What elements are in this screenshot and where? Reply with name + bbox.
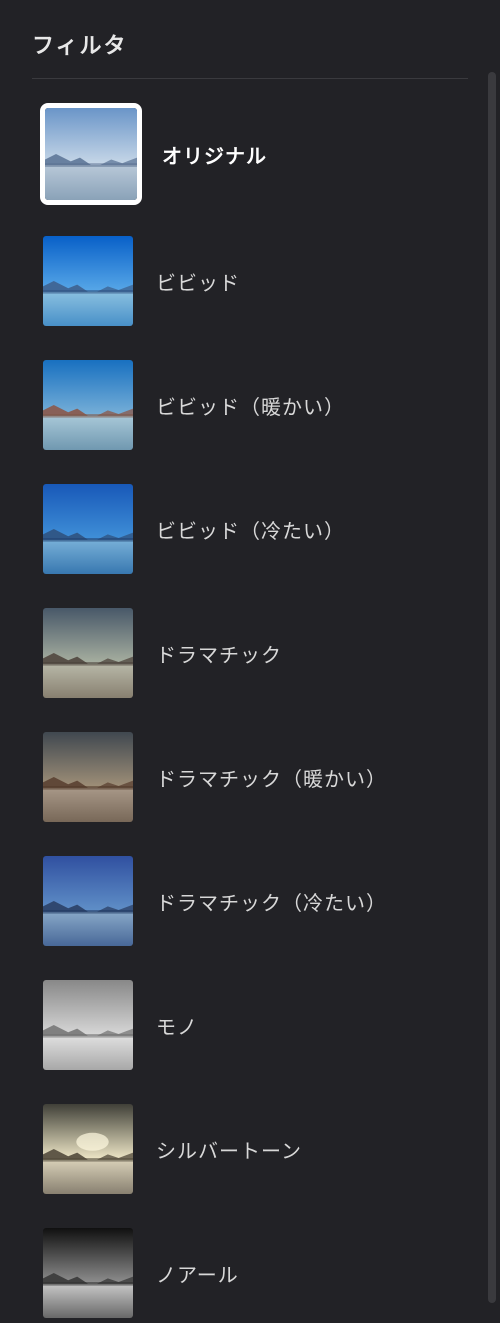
filter-thumb-vivid-warm xyxy=(40,357,136,453)
filter-thumb-dramatic-warm xyxy=(40,729,136,825)
filter-thumb-original xyxy=(40,103,142,205)
filter-label: ドラマチック（冷たい） xyxy=(156,887,387,916)
filter-item-mono[interactable]: モノ xyxy=(40,977,468,1073)
filter-panel: フィルタ オリジナル xyxy=(0,0,500,1323)
filter-label: ノアール xyxy=(156,1259,239,1288)
filter-item-dramatic[interactable]: ドラマチック xyxy=(40,605,468,701)
divider xyxy=(32,78,468,79)
filter-item-silvertone[interactable]: シルバートーン xyxy=(40,1101,468,1197)
panel-header: フィルタ xyxy=(32,28,468,78)
filter-label: ドラマチック xyxy=(156,639,282,668)
filter-thumb-vivid xyxy=(40,233,136,329)
filter-item-vivid-cool[interactable]: ビビッド（冷たい） xyxy=(40,481,468,577)
filter-label: オリジナル xyxy=(162,140,267,169)
filter-label: シルバートーン xyxy=(156,1135,302,1164)
filter-label: ビビッド（冷たい） xyxy=(156,515,345,544)
filter-item-vivid-warm[interactable]: ビビッド（暖かい） xyxy=(40,357,468,453)
filter-item-dramatic-warm[interactable]: ドラマチック（暖かい） xyxy=(40,729,468,825)
filter-thumb-silvertone xyxy=(40,1101,136,1197)
filter-item-original[interactable]: オリジナル xyxy=(40,103,468,205)
filter-thumb-mono xyxy=(40,977,136,1073)
filter-thumb-noir xyxy=(40,1225,136,1321)
filter-list: オリジナル ビビッド xyxy=(32,103,468,1321)
scrollbar[interactable] xyxy=(488,72,496,1303)
filter-label: ビビッド（暖かい） xyxy=(156,391,345,420)
filter-label: ビビッド xyxy=(156,267,240,296)
filter-label: モノ xyxy=(156,1011,198,1040)
filter-item-dramatic-cool[interactable]: ドラマチック（冷たい） xyxy=(40,853,468,949)
filter-thumb-dramatic-cool xyxy=(40,853,136,949)
filter-label: ドラマチック（暖かい） xyxy=(156,763,387,792)
filter-thumb-vivid-cool xyxy=(40,481,136,577)
filter-thumb-dramatic xyxy=(40,605,136,701)
panel-title: フィルタ xyxy=(32,28,468,78)
filter-item-noir[interactable]: ノアール xyxy=(40,1225,468,1321)
filter-item-vivid[interactable]: ビビッド xyxy=(40,233,468,329)
